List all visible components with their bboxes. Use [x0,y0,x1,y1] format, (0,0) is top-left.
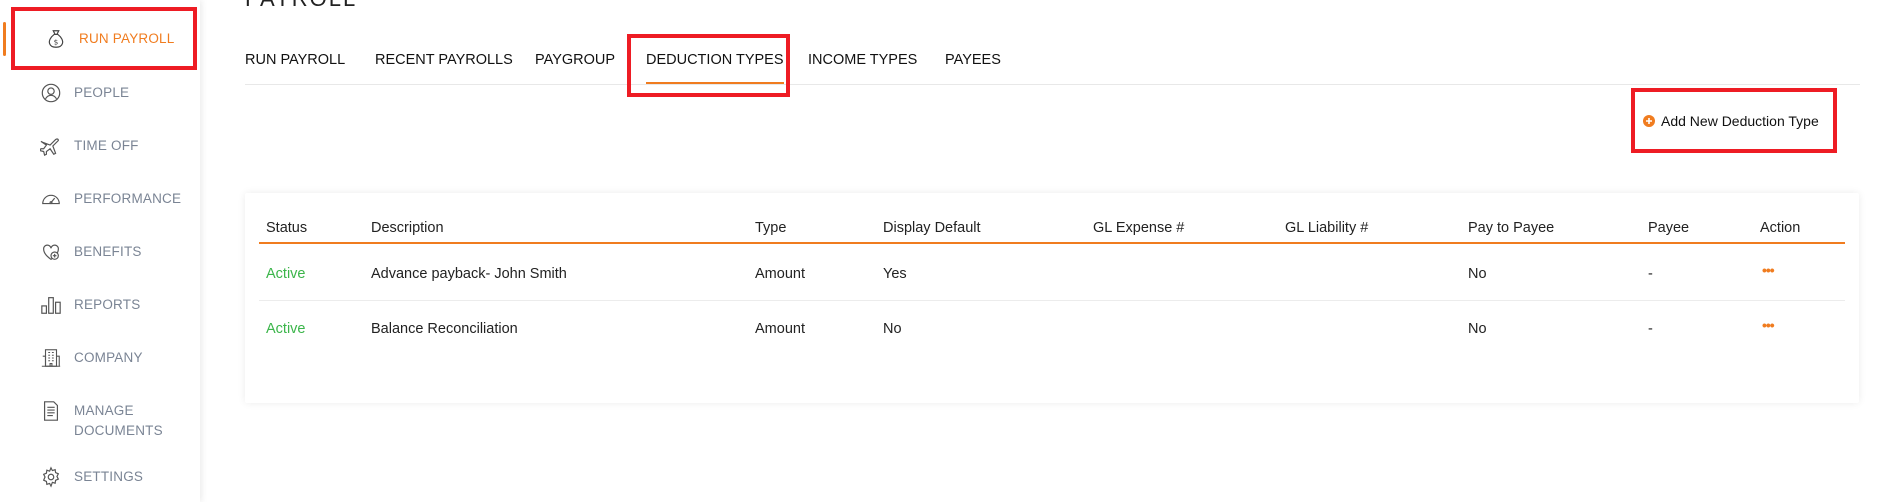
tab-recent-payrolls[interactable]: RECENT PAYROLLS [375,52,513,68]
highlight-add-button [1631,88,1837,153]
tab-bar: RUN PAYROLL RECENT PAYROLLS PAYGROUP DED… [245,52,1860,85]
highlight-deduction-types-tab [627,34,790,97]
sidebar-item-label: BENEFITS [74,244,142,259]
display-default-cell: No [883,321,902,337]
person-icon [40,82,62,104]
table-header: Status Description Type Display Default … [259,220,1845,244]
sidebar-item-company[interactable]: COMPANY [40,347,143,369]
column-header-payee: Payee [1648,220,1690,236]
type-cell: Amount [755,266,805,282]
column-header-type: Type [755,220,787,236]
sidebar-item-label: TIME OFF [74,138,139,153]
more-actions-icon[interactable]: ••• [1762,262,1775,278]
table-row: Active Advance payback- John Smith Amoun… [259,246,1845,301]
status-badge: Active [266,321,306,337]
page-title: PAYROLL [245,0,357,12]
sidebar-item-performance[interactable]: PERFORMANCE [40,188,181,210]
sidebar-item-label: COMPANY [74,350,143,365]
sidebar-item-time-off[interactable]: TIME OFF [40,135,139,157]
more-actions-icon[interactable]: ••• [1762,317,1775,333]
pay-to-payee-cell: No [1468,266,1487,282]
table-row: Active Balance Reconciliation Amount No … [259,301,1845,356]
description-cell: Balance Reconciliation [371,321,518,337]
sidebar-item-label: SETTINGS [74,469,144,484]
sidebar-item-label: PERFORMANCE [74,191,182,206]
sidebar-item-reports[interactable]: REPORTS [40,294,140,316]
sidebar-item-label: PEOPLE [74,85,130,100]
document-icon [40,400,62,422]
column-header-action: Action [1760,220,1801,236]
bar-chart-icon [40,294,62,316]
building-icon [40,347,62,369]
type-cell: Amount [755,321,805,337]
column-header-status: Status [266,220,308,236]
deduction-types-table: Status Description Type Display Default … [245,193,1859,403]
tab-income-types[interactable]: INCOME TYPES [808,52,917,68]
gear-icon [40,466,62,488]
pay-to-payee-cell: No [1468,321,1487,337]
sidebar-active-indicator [3,22,6,56]
column-header-gl-liability: GL Liability # [1285,220,1369,236]
status-badge: Active [266,266,306,282]
gauge-icon [40,188,62,210]
sidebar-item-label: REPORTS [74,297,141,312]
sidebar-item-manage-documents[interactable]: MANAGE DOCUMENTS [40,400,174,441]
tab-run-payroll[interactable]: RUN PAYROLL [245,52,345,68]
column-header-pay-to-payee: Pay to Payee [1468,220,1555,236]
column-header-gl-expense: GL Expense # [1093,220,1185,236]
payee-cell: - [1648,266,1653,282]
airplane-icon [40,135,62,157]
tab-payees[interactable]: PAYEES [945,52,1001,68]
payee-cell: - [1648,321,1653,337]
column-header-description: Description [371,220,444,236]
sidebar-item-label: MANAGE DOCUMENTS [74,403,163,438]
sidebar-item-benefits[interactable]: BENEFITS [40,241,142,263]
highlight-run-payroll [11,7,197,70]
column-header-display-default: Display Default [883,220,981,236]
sidebar: $ RUN PAYROLL PEOPLE TIME OFF PERFORMANC… [0,0,200,502]
heart-shield-icon [40,241,62,263]
display-default-cell: Yes [883,266,907,282]
tab-paygroup[interactable]: PAYGROUP [535,52,615,68]
sidebar-item-people[interactable]: PEOPLE [40,82,129,104]
description-cell: Advance payback- John Smith [371,266,567,282]
sidebar-item-settings[interactable]: SETTINGS [40,466,143,488]
